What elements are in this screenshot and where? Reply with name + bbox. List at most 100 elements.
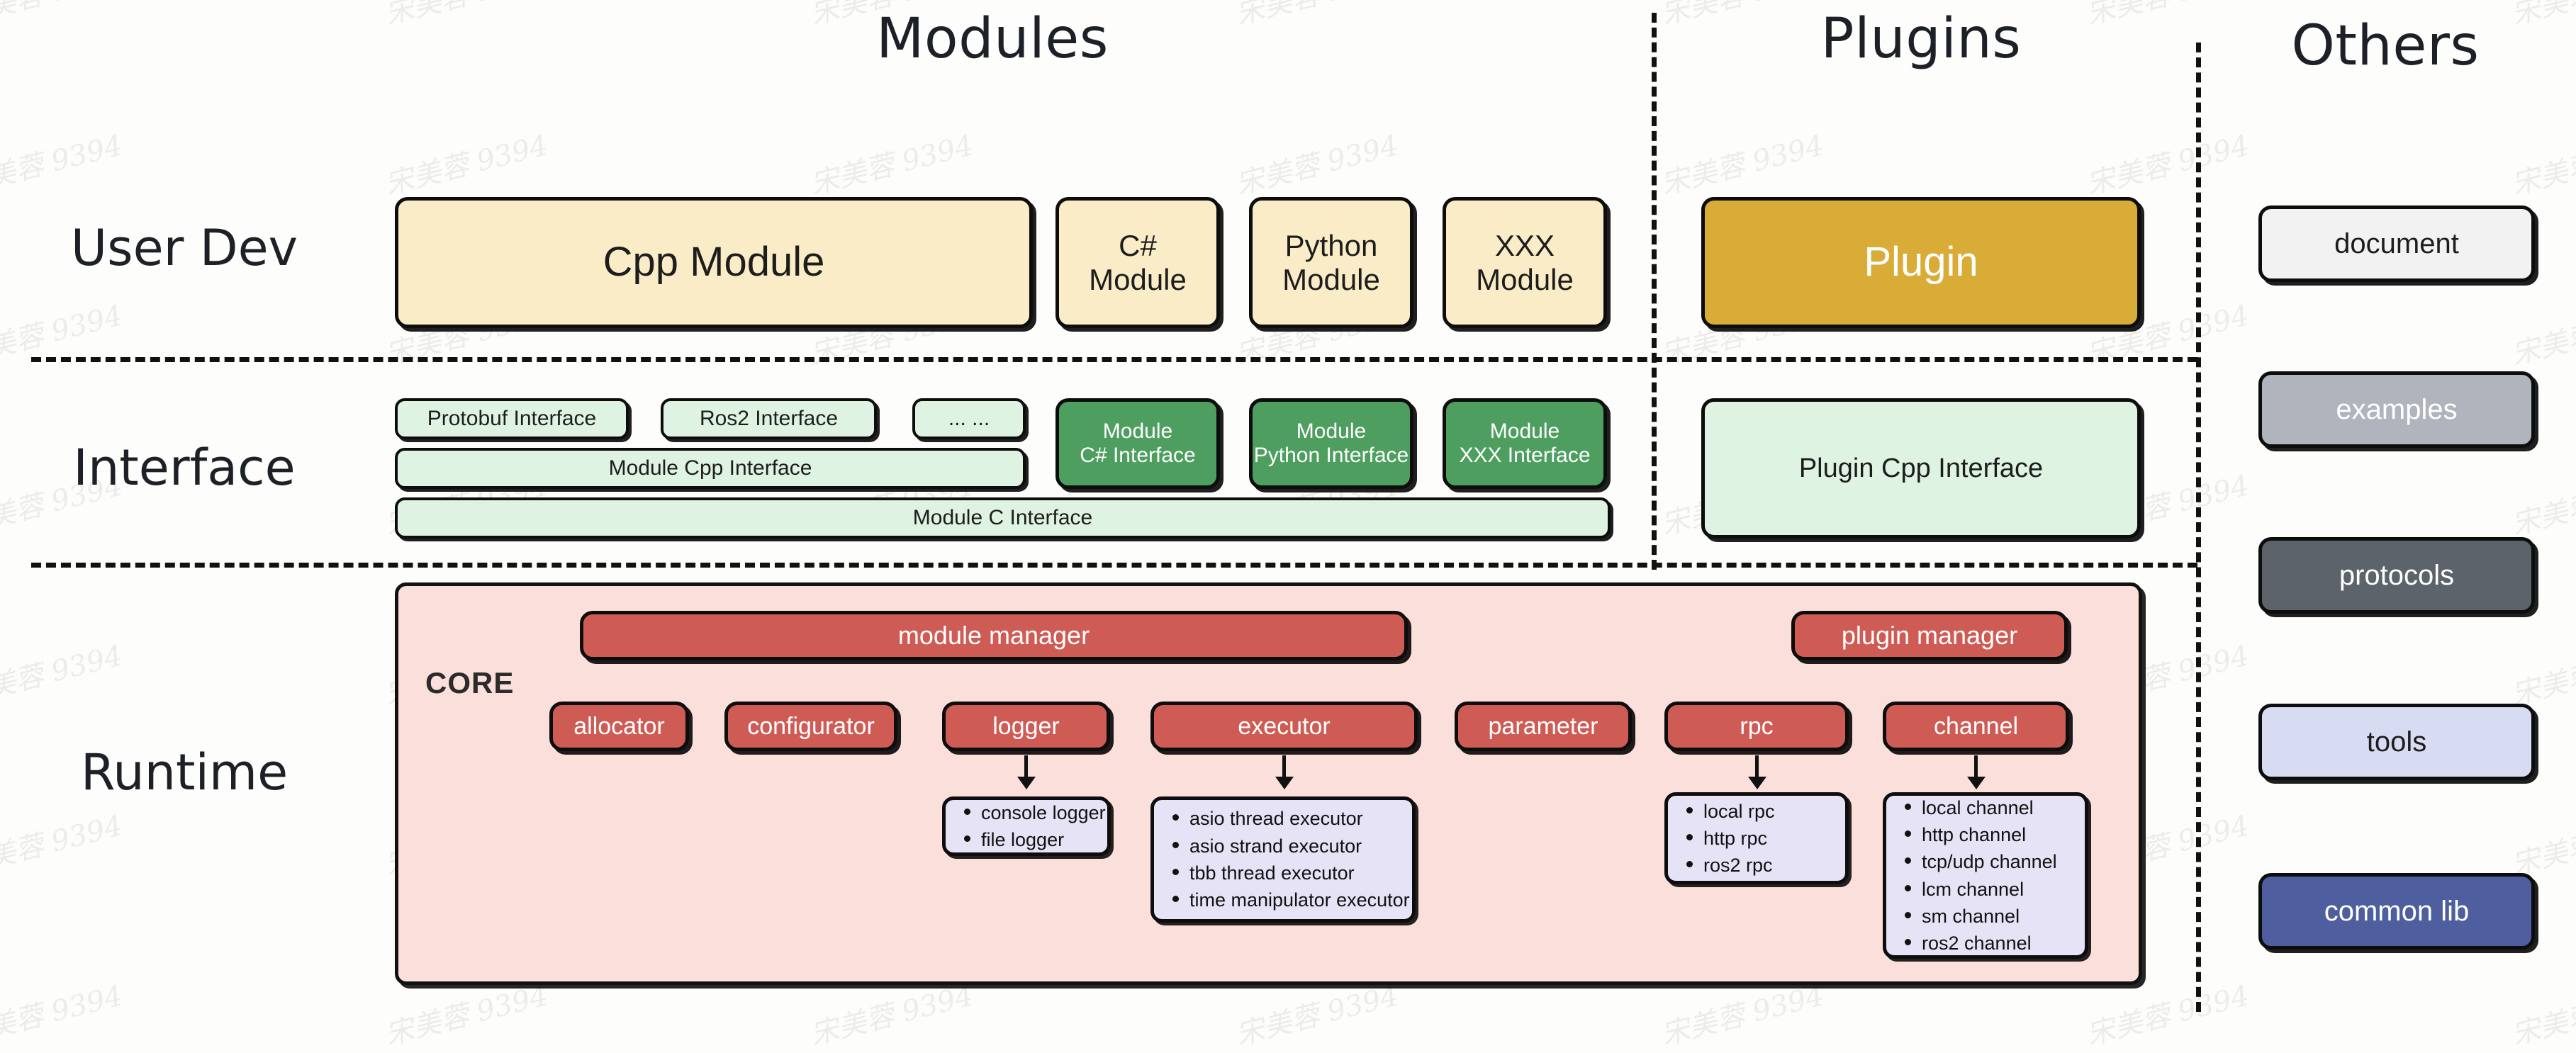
list-item: ros2 channel (1905, 930, 2057, 957)
detail-list-channel: local channel http channel tcp/udp chann… (1900, 794, 2057, 957)
node-plugin-label: Plugin (1864, 239, 1978, 286)
node-others-common-lib[interactable]: common lib (2258, 873, 2535, 950)
node-ros2-interface[interactable]: Ros2 Interface (661, 398, 877, 439)
node-csharp-module-label: C# Module (1089, 229, 1187, 296)
watermark-text: 宋美蓉 9394 (2083, 129, 2253, 201)
node-xxx-module-label: XXX Module (1476, 229, 1574, 296)
node-others-protocols-label: protocols (2339, 559, 2455, 591)
node-plugin-cpp-interface[interactable]: Plugin Cpp Interface (1701, 398, 2141, 539)
list-item: sm channel (1905, 903, 2057, 930)
watermark-text: 宋美蓉 9394 (1232, 129, 1402, 201)
node-csharp-module[interactable]: C# Module (1055, 197, 1220, 328)
watermark-text: 宋美蓉 9394 (2508, 639, 2576, 711)
watermark-text: 宋美蓉 9394 (2508, 129, 2576, 201)
node-module-xxx-interface-label: Module XXX Interface (1459, 419, 1591, 467)
list-item: tcp/udp channel (1905, 848, 2057, 875)
watermark-text: 宋美蓉 9394 (2508, 809, 2576, 882)
node-xxx-module[interactable]: XXX Module (1443, 197, 1607, 328)
core-label: CORE (425, 666, 515, 699)
detail-list-rpc: local rpc http rpc ros2 rpc (1682, 798, 1775, 879)
row-title-interface: Interface (73, 439, 296, 497)
node-component-parameter[interactable]: parameter (1455, 702, 1632, 751)
list-item: asio strand executor (1172, 833, 1410, 860)
node-ros2-interface-label: Ros2 Interface (699, 407, 839, 431)
detail-list-executor: asio thread executor asio strand executo… (1168, 805, 1410, 913)
node-module-manager[interactable]: module manager (580, 611, 1408, 660)
watermark-text: 宋美蓉 9394 (0, 639, 126, 711)
list-item: asio thread executor (1172, 805, 1410, 832)
divider-interface-runtime (31, 563, 2197, 568)
node-plugin-manager[interactable]: plugin manager (1791, 611, 2068, 660)
detail-panel-executor: asio thread executor asio strand executo… (1150, 796, 1416, 923)
node-component-logger-label: logger (992, 712, 1060, 740)
watermark-text: 宋美蓉 9394 (807, 129, 977, 201)
node-component-executor[interactable]: executor (1150, 702, 1418, 751)
node-python-module-label: Python Module (1282, 229, 1380, 296)
watermark-text: 宋美蓉 9394 (381, 129, 551, 201)
node-component-allocator[interactable]: allocator (549, 702, 689, 751)
node-component-parameter-label: parameter (1488, 712, 1598, 740)
node-module-c-interface-label: Module C Interface (912, 506, 1093, 530)
list-item: time manipulator executor (1172, 886, 1410, 913)
detail-list-logger: console logger file logger (960, 799, 1106, 854)
node-others-tools[interactable]: tools (2258, 704, 2535, 780)
node-plugin-cpp-interface-label: Plugin Cpp Interface (1798, 453, 2044, 483)
row-title-user-dev: User Dev (70, 219, 298, 277)
watermark-text: 宋美蓉 9394 (0, 0, 126, 33)
node-others-examples[interactable]: examples (2258, 371, 2535, 448)
watermark-text: 宋美蓉 9394 (0, 979, 126, 1052)
watermark-text: 宋美蓉 9394 (2508, 469, 2576, 541)
list-item: local rpc (1686, 798, 1775, 825)
divider-modules-plugins (1652, 13, 1657, 570)
list-item: console logger (964, 799, 1106, 826)
node-component-configurator[interactable]: configurator (724, 702, 897, 751)
list-item: local channel (1905, 794, 2057, 821)
detail-panel-channel: local channel http channel tcp/udp chann… (1883, 792, 2088, 959)
node-module-c-interface[interactable]: Module C Interface (395, 497, 1611, 539)
node-others-common-lib-label: common lib (2324, 895, 2470, 927)
node-module-csharp-interface[interactable]: Module C# Interface (1055, 398, 1220, 489)
node-module-python-interface[interactable]: Module Python Interface (1249, 398, 1413, 489)
node-component-allocator-label: allocator (573, 712, 665, 740)
node-component-channel[interactable]: channel (1883, 702, 2069, 751)
node-module-csharp-interface-label: Module C# Interface (1080, 419, 1196, 467)
node-component-rpc-label: rpc (1740, 712, 1774, 740)
watermark-text: 宋美蓉 9394 (2508, 979, 2576, 1052)
node-module-python-interface-label: Module Python Interface (1253, 419, 1409, 467)
column-title-plugins: Plugins (1820, 7, 2022, 71)
list-item: http rpc (1686, 825, 1775, 852)
detail-panel-rpc: local rpc http rpc ros2 rpc (1664, 792, 1849, 884)
node-module-cpp-interface[interactable]: Module Cpp Interface (395, 448, 1026, 489)
node-module-manager-label: module manager (897, 620, 1090, 650)
node-cpp-module[interactable]: Cpp Module (395, 197, 1033, 328)
node-component-rpc[interactable]: rpc (1664, 702, 1849, 751)
divider-user-dev-interface (31, 357, 2197, 362)
node-component-configurator-label: configurator (747, 712, 875, 740)
column-title-others: Others (2291, 14, 2480, 78)
node-python-module[interactable]: Python Module (1249, 197, 1413, 328)
list-item: lcm channel (1905, 876, 2057, 903)
node-more-interfaces-label: ... ... (948, 407, 990, 431)
node-module-cpp-interface-label: Module Cpp Interface (608, 456, 812, 480)
node-protobuf-interface[interactable]: Protobuf Interface (395, 398, 629, 439)
node-others-tools-label: tools (2366, 726, 2427, 758)
list-item: ros2 rpc (1686, 852, 1775, 879)
diagram-canvas: 宋美蓉 9394 宋美蓉 9394 宋美蓉 9394 宋美蓉 9394 宋美蓉 9394… (0, 0, 2576, 1052)
watermark-text: 宋美蓉 9394 (2508, 299, 2576, 371)
node-component-executor-label: executor (1238, 712, 1331, 740)
column-title-modules: Modules (876, 7, 1109, 71)
node-others-document[interactable]: document (2258, 205, 2535, 282)
detail-panel-logger: console logger file logger (942, 796, 1111, 856)
node-others-document-label: document (2334, 227, 2459, 259)
divider-plugins-others (2196, 43, 2201, 1012)
watermark-text: 宋美蓉 9394 (1657, 129, 1827, 201)
node-others-examples-label: examples (2336, 393, 2458, 425)
watermark-text: 宋美蓉 9394 (0, 129, 126, 201)
node-more-interfaces[interactable]: ... ... (912, 398, 1026, 439)
node-module-xxx-interface[interactable]: Module XXX Interface (1443, 398, 1607, 489)
node-component-logger[interactable]: logger (942, 702, 1110, 751)
row-title-runtime: Runtime (80, 743, 289, 801)
node-plugin[interactable]: Plugin (1701, 197, 2141, 328)
node-others-protocols[interactable]: protocols (2258, 537, 2535, 614)
node-component-channel-label: channel (1933, 712, 2019, 740)
